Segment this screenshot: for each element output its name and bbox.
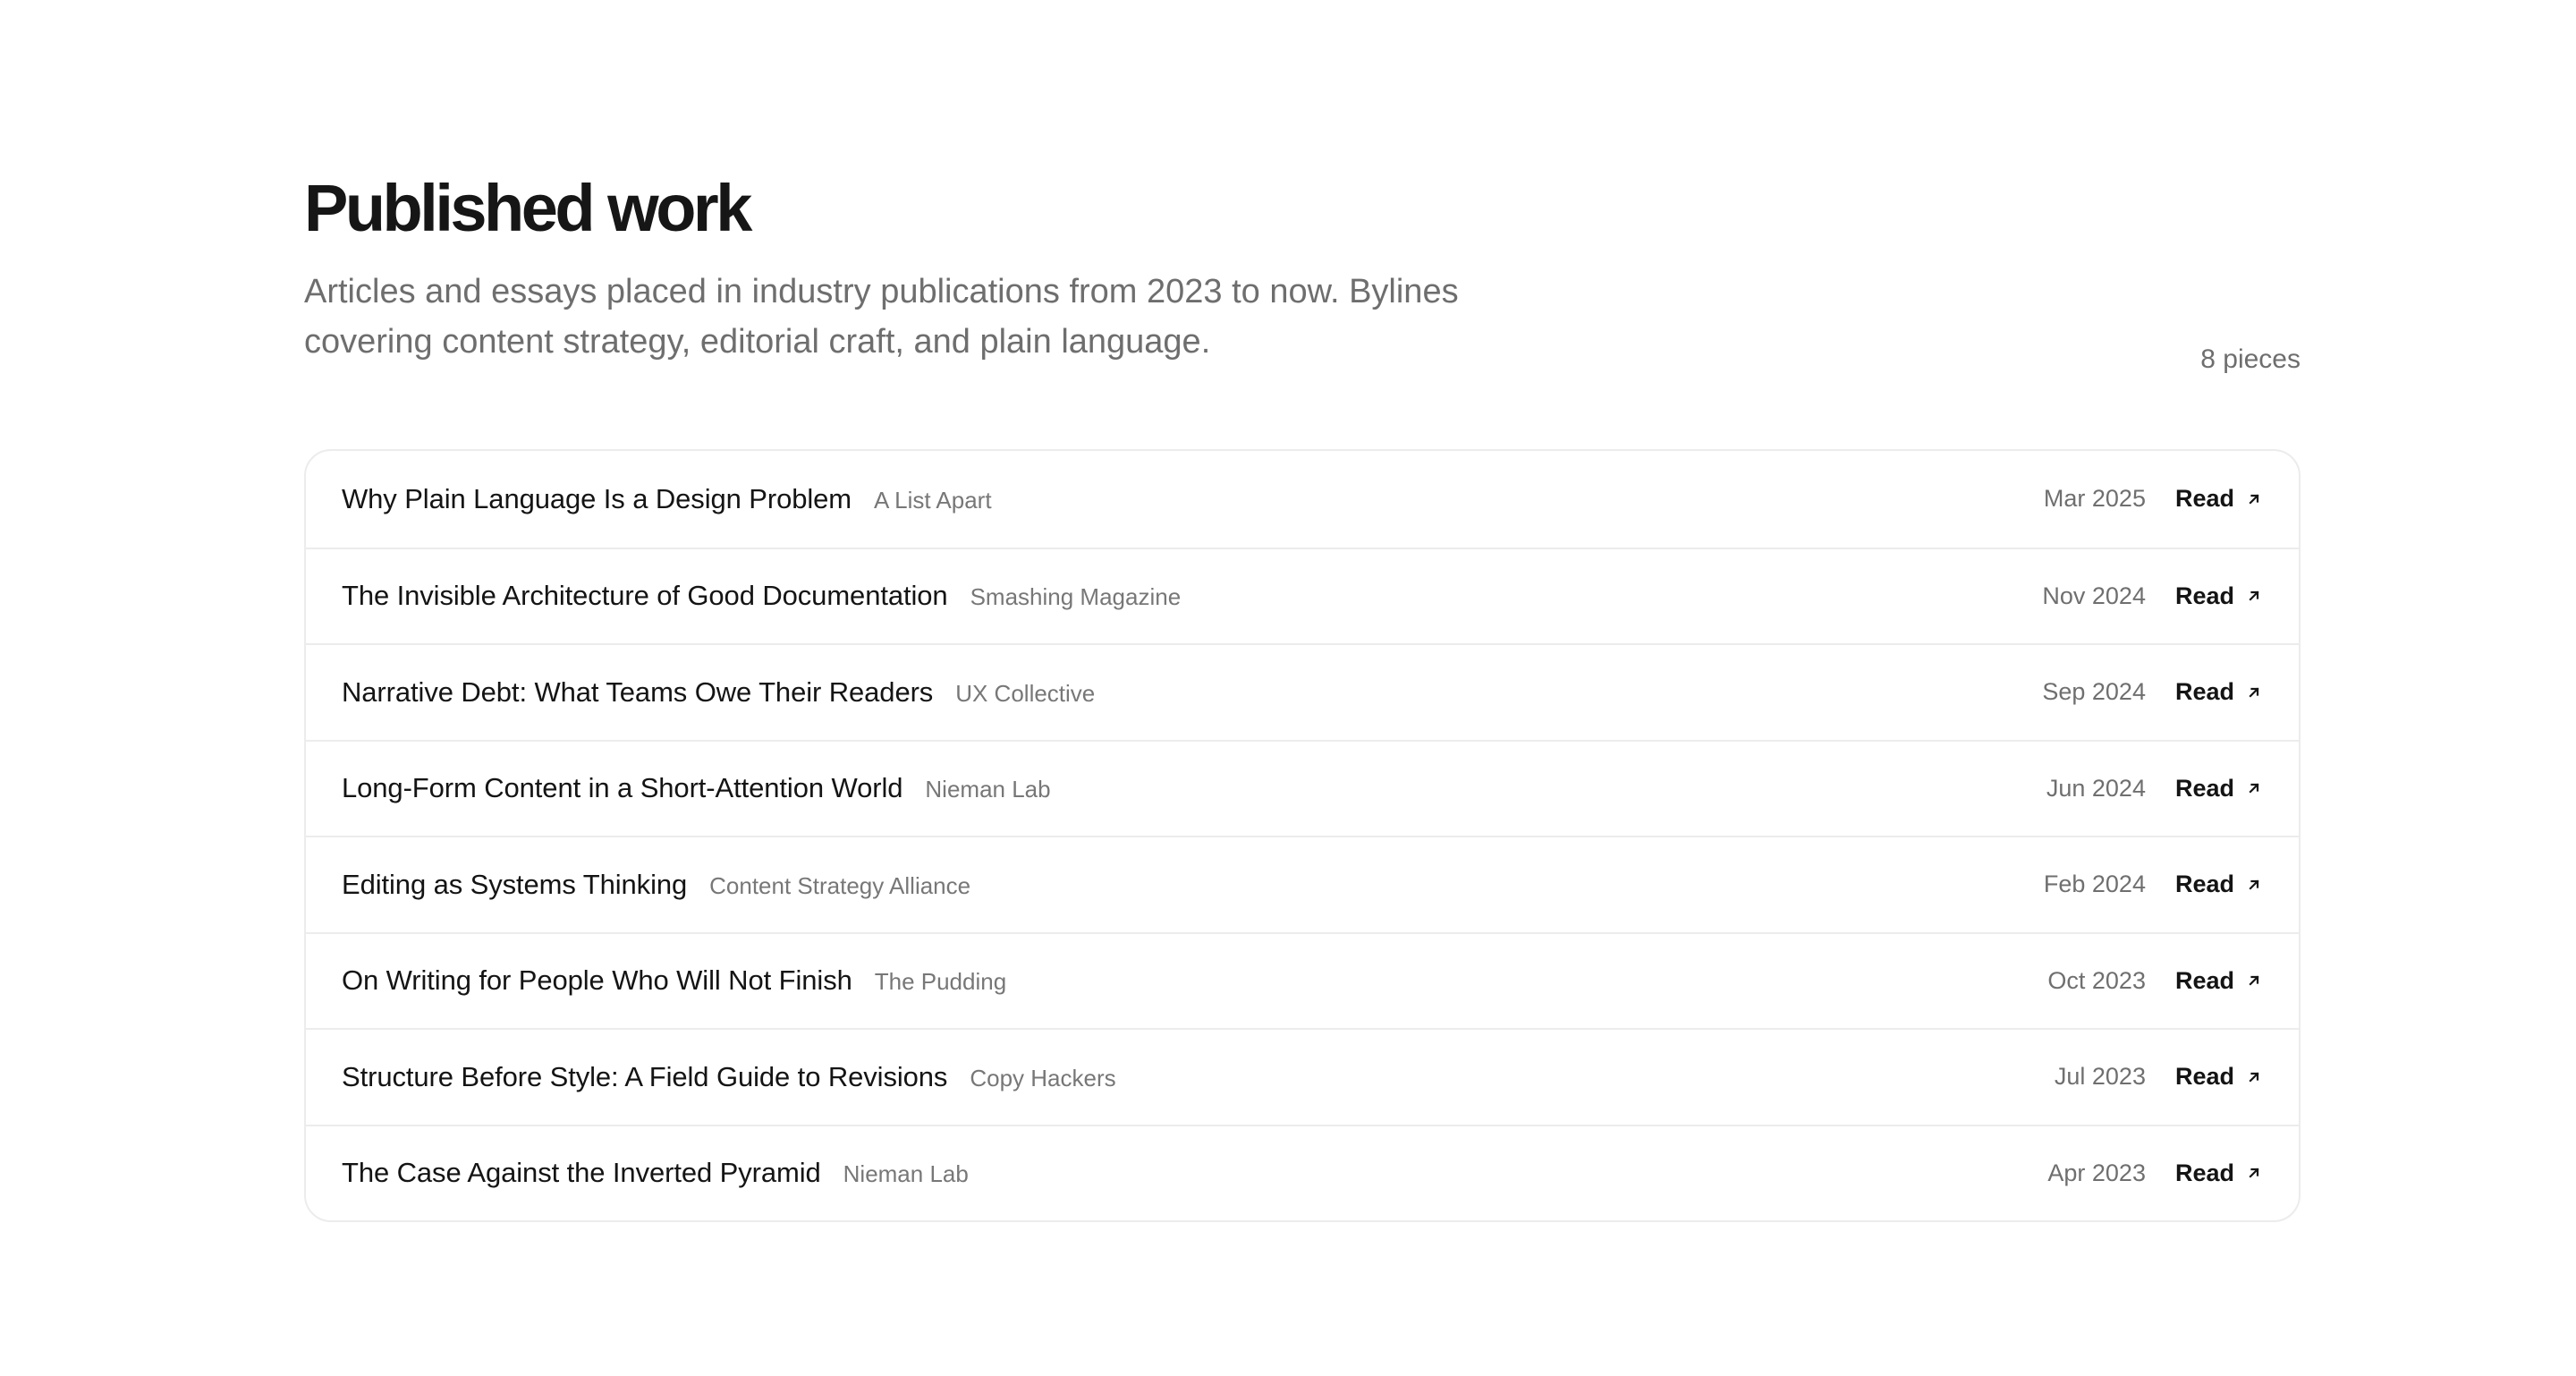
article-list: Why Plain Language Is a Design Problem A… bbox=[304, 449, 2301, 1222]
article-publication: Smashing Magazine bbox=[970, 583, 1182, 611]
article-date: Feb 2024 bbox=[2043, 871, 2146, 898]
article-title: Long-Form Content in a Short-Attention W… bbox=[342, 772, 903, 804]
read-link[interactable]: Read bbox=[2175, 1159, 2261, 1187]
read-link[interactable]: Read bbox=[2175, 1063, 2261, 1091]
article-info: Narrative Debt: What Teams Owe Their Rea… bbox=[342, 676, 2042, 709]
article-publication: Content Strategy Alliance bbox=[709, 871, 971, 899]
article-title: Structure Before Style: A Field Guide to… bbox=[342, 1060, 948, 1092]
article-row: On Writing for People Who Will Not Finis… bbox=[306, 931, 2299, 1029]
article-date: Nov 2024 bbox=[2042, 582, 2146, 609]
article-title: Why Plain Language Is a Design Problem bbox=[342, 482, 852, 514]
arrow-up-right-icon bbox=[2247, 492, 2261, 506]
article-title: On Writing for People Who Will Not Finis… bbox=[342, 964, 852, 997]
article-info: Structure Before Style: A Field Guide to… bbox=[342, 1061, 2055, 1093]
arrow-up-right-icon bbox=[2247, 878, 2261, 892]
article-row: Editing as Systems Thinking Content Stra… bbox=[306, 836, 2299, 932]
read-link[interactable]: Read bbox=[2175, 485, 2261, 513]
article-title: The Invisible Architecture of Good Docum… bbox=[342, 580, 948, 612]
piece-count: 8 pieces bbox=[2200, 344, 2301, 374]
article-date: Jun 2024 bbox=[2046, 774, 2146, 802]
read-label: Read bbox=[2174, 966, 2234, 994]
article-row: The Case Against the Inverted Pyramid Ni… bbox=[306, 1124, 2299, 1221]
article-row: Narrative Debt: What Teams Owe Their Rea… bbox=[306, 643, 2299, 740]
article-publication: A List Apart bbox=[874, 486, 992, 514]
article-date: Mar 2025 bbox=[2043, 485, 2146, 513]
read-label: Read bbox=[2174, 1063, 2234, 1091]
article-publication: Nieman Lab bbox=[925, 776, 1051, 803]
article-info: Long-Form Content in a Short-Attention W… bbox=[342, 772, 2046, 804]
article-row: The Invisible Architecture of Good Docum… bbox=[306, 547, 2299, 644]
article-publication: Nieman Lab bbox=[843, 1160, 969, 1188]
arrow-up-right-icon bbox=[2247, 589, 2261, 603]
read-label: Read bbox=[2174, 871, 2234, 898]
arrow-up-right-icon bbox=[2247, 973, 2261, 988]
arrow-up-right-icon bbox=[2247, 781, 2261, 795]
read-label: Read bbox=[2174, 485, 2234, 513]
article-info: Editing as Systems Thinking Content Stra… bbox=[342, 869, 2044, 901]
article-publication: The Pudding bbox=[874, 968, 1007, 996]
article-info: Why Plain Language Is a Design Problem A… bbox=[342, 483, 2044, 515]
article-date: Sep 2024 bbox=[2042, 678, 2146, 706]
arrow-up-right-icon bbox=[2247, 1070, 2261, 1084]
article-title: Editing as Systems Thinking bbox=[342, 868, 688, 900]
read-label: Read bbox=[2174, 774, 2234, 802]
article-date: Oct 2023 bbox=[2047, 966, 2146, 994]
article-row: Structure Before Style: A Field Guide to… bbox=[306, 1028, 2299, 1125]
arrow-up-right-icon bbox=[2247, 1166, 2261, 1180]
read-link[interactable]: Read bbox=[2175, 582, 2261, 610]
article-row: Why Plain Language Is a Design Problem A… bbox=[306, 451, 2299, 548]
read-link[interactable]: Read bbox=[2175, 678, 2261, 706]
read-link[interactable]: Read bbox=[2175, 967, 2261, 995]
read-link[interactable]: Read bbox=[2175, 775, 2261, 803]
page-subtitle: Articles and essays placed in industry p… bbox=[304, 273, 1459, 361]
article-info: On Writing for People Who Will Not Finis… bbox=[342, 964, 2047, 997]
arrow-up-right-icon bbox=[2247, 685, 2261, 700]
article-title: The Case Against the Inverted Pyramid bbox=[342, 1157, 821, 1189]
article-info: The Case Against the Inverted Pyramid Ni… bbox=[342, 1157, 2047, 1189]
article-row: Long-Form Content in a Short-Attention W… bbox=[306, 739, 2299, 837]
article-publication: Copy Hackers bbox=[970, 1064, 1116, 1091]
article-date: Jul 2023 bbox=[2054, 1063, 2146, 1091]
read-label: Read bbox=[2174, 1159, 2234, 1186]
read-link[interactable]: Read bbox=[2175, 871, 2261, 898]
article-publication: UX Collective bbox=[955, 679, 1096, 707]
section-header: Published work Articles and essays place… bbox=[304, 170, 2301, 449]
published-work-page: Published work Articles and essays place… bbox=[304, 170, 2301, 1222]
read-label: Read bbox=[2174, 678, 2234, 706]
page-title: Published work bbox=[304, 171, 752, 245]
article-title: Narrative Debt: What Teams Owe Their Rea… bbox=[342, 675, 934, 708]
read-label: Read bbox=[2174, 582, 2234, 609]
article-info: The Invisible Architecture of Good Docum… bbox=[342, 580, 2042, 612]
article-date: Apr 2023 bbox=[2047, 1159, 2146, 1186]
